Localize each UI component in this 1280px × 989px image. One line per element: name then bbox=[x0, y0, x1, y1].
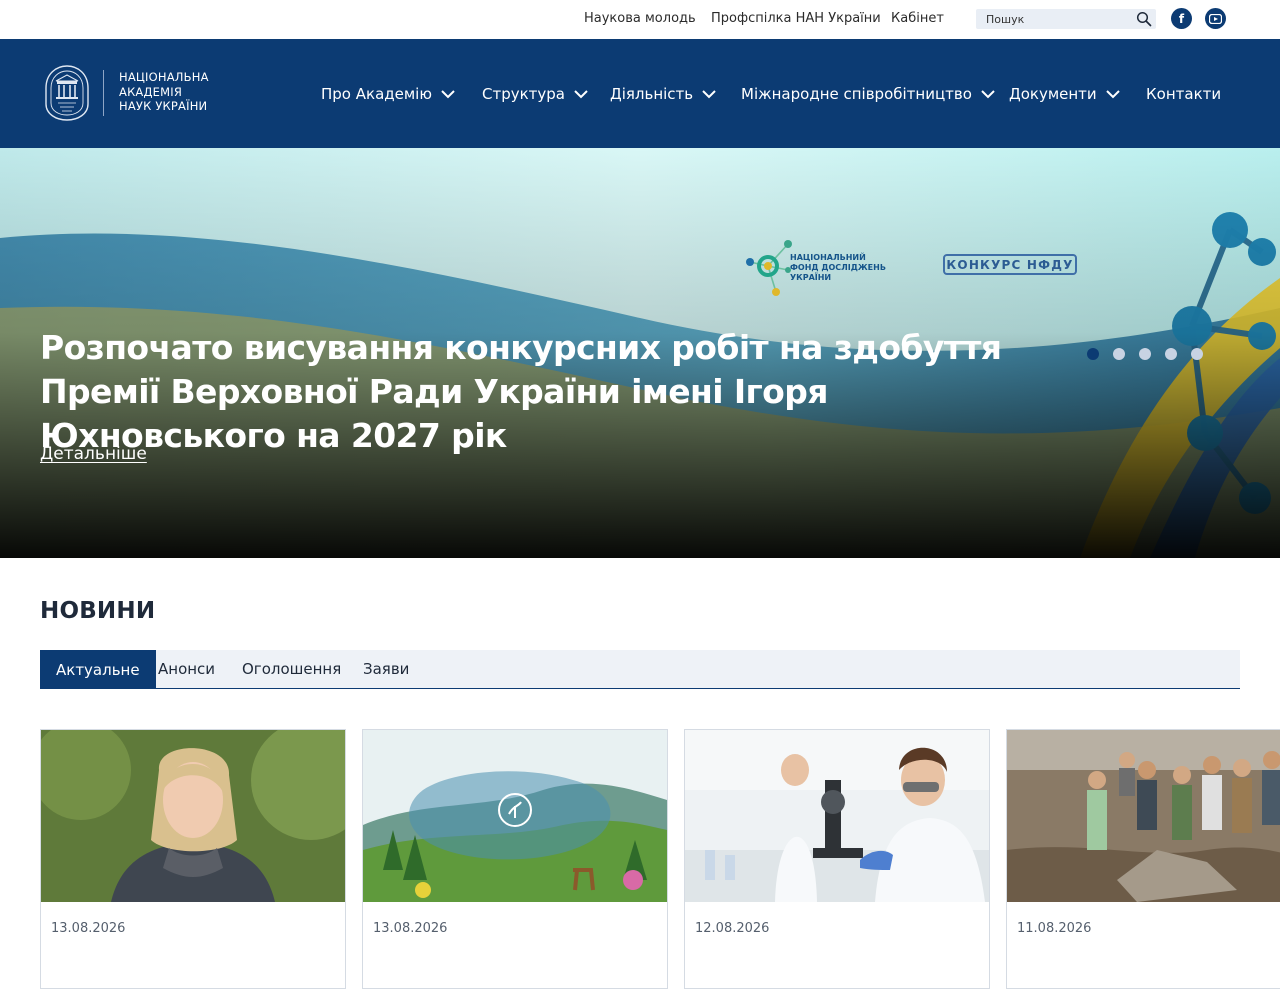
nav-activity[interactable]: Діяльність bbox=[610, 83, 717, 105]
news-card-image-portrait[interactable] bbox=[41, 730, 345, 902]
nav-structure[interactable]: Структура bbox=[482, 83, 589, 105]
nav-contacts[interactable]: Контакти bbox=[1146, 83, 1221, 105]
hero-details-link[interactable]: Детальніше bbox=[40, 444, 147, 464]
nfdu-name: НАЦІОНАЛЬНИЙ ФОНД ДОСЛІДЖЕНЬ УКРАЇНИ bbox=[790, 253, 886, 283]
nav-structure-label: Структура bbox=[482, 85, 565, 103]
main-header: НАЦІОНАЛЬНА АКАДЕМІЯ НАУК УКРАЇНИ Про Ак… bbox=[0, 39, 1280, 148]
nfdu-line-1: НАЦІОНАЛЬНИЙ bbox=[790, 253, 866, 262]
logo-line-1: НАЦІОНАЛЬНА bbox=[119, 70, 209, 84]
top-link-cabinet[interactable]: Кабінет bbox=[891, 11, 944, 26]
slider-dots bbox=[1087, 348, 1207, 362]
logo-line-3: НАУК УКРАЇНИ bbox=[119, 99, 208, 113]
search-box bbox=[976, 9, 1156, 29]
nav-international[interactable]: Міжнародне співробітництво bbox=[741, 83, 996, 105]
news-card-date: 12.08.2026 bbox=[695, 921, 770, 936]
nav-documents-label: Документи bbox=[1009, 85, 1097, 103]
chevron-down-icon bbox=[702, 90, 716, 99]
chevron-down-icon bbox=[441, 90, 455, 99]
news-heading: НОВИНИ bbox=[40, 598, 156, 624]
tab-statements[interactable]: Заяви bbox=[347, 650, 425, 688]
top-link-young-scientists[interactable]: Наукова молодь bbox=[584, 11, 696, 26]
slider-dot-3[interactable] bbox=[1139, 348, 1151, 360]
news-card[interactable]: 13.08.2026 bbox=[362, 729, 668, 989]
tab-announcements[interactable]: Анонси bbox=[142, 650, 231, 688]
hero-title: Розпочато висування конкурсних робіт на … bbox=[40, 328, 1002, 455]
youtube-icon[interactable] bbox=[1205, 8, 1226, 29]
contest-badge: КОНКУРС НФДУ bbox=[943, 254, 1077, 275]
nav-contacts-label: Контакти bbox=[1146, 85, 1222, 103]
nfdu-line-2: ФОНД ДОСЛІДЖЕНЬ bbox=[790, 263, 886, 272]
news-card[interactable]: 13.08.2026 bbox=[40, 729, 346, 989]
chevron-down-icon bbox=[574, 90, 588, 99]
slider-dot-5[interactable] bbox=[1191, 348, 1203, 360]
nfdu-line-3: УКРАЇНИ bbox=[790, 273, 832, 282]
news-card[interactable]: 12.08.2026 bbox=[684, 729, 990, 989]
chevron-down-icon bbox=[981, 90, 995, 99]
search-input[interactable] bbox=[976, 9, 1132, 29]
news-card-image-nature[interactable] bbox=[363, 730, 667, 902]
news-card[interactable]: 11.08.2026 bbox=[1006, 729, 1280, 989]
chevron-down-icon bbox=[1105, 90, 1120, 99]
nav-documents[interactable]: Документи bbox=[1009, 83, 1121, 105]
slider-dot-4[interactable] bbox=[1165, 348, 1177, 360]
search-icon[interactable] bbox=[1136, 11, 1152, 27]
news-card-image-excavation[interactable] bbox=[1007, 730, 1280, 902]
nav-international-label: Міжнародне співробітництво bbox=[741, 85, 972, 103]
slider-dot-2[interactable] bbox=[1113, 348, 1125, 360]
logo-text[interactable]: НАЦІОНАЛЬНА АКАДЕМІЯ НАУК УКРАЇНИ bbox=[119, 70, 229, 114]
academy-emblem-icon[interactable] bbox=[44, 64, 90, 122]
top-link-trade-union[interactable]: Профспілка НАН України bbox=[711, 11, 881, 26]
logo-line-2: АКАДЕМІЯ bbox=[119, 84, 183, 99]
news-card-date: 13.08.2026 bbox=[51, 921, 126, 936]
nav-activity-label: Діяльність bbox=[610, 85, 694, 103]
youtube-play-icon bbox=[1209, 13, 1222, 24]
logo-divider bbox=[103, 70, 104, 116]
news-tabs: Актуальне Анонси Оголошення Заяви bbox=[40, 650, 1240, 689]
news-card-image-lab[interactable] bbox=[685, 730, 989, 902]
hero-slider: НАЦІОНАЛЬНИЙ ФОНД ДОСЛІДЖЕНЬ УКРАЇНИ КОН… bbox=[0, 148, 1280, 558]
tab-notices[interactable]: Оголошення bbox=[226, 650, 357, 688]
facebook-icon[interactable]: f bbox=[1171, 8, 1192, 29]
news-card-date: 11.08.2026 bbox=[1017, 921, 1092, 936]
top-utility-bar: Наукова молодь Профспілка НАН України Ка… bbox=[0, 0, 1280, 39]
nav-about[interactable]: Про Академію bbox=[321, 83, 456, 105]
nav-about-label: Про Академію bbox=[321, 85, 432, 103]
tab-current[interactable]: Актуальне bbox=[40, 650, 156, 689]
news-card-date: 13.08.2026 bbox=[373, 921, 448, 936]
slider-dot-1[interactable] bbox=[1087, 348, 1099, 360]
